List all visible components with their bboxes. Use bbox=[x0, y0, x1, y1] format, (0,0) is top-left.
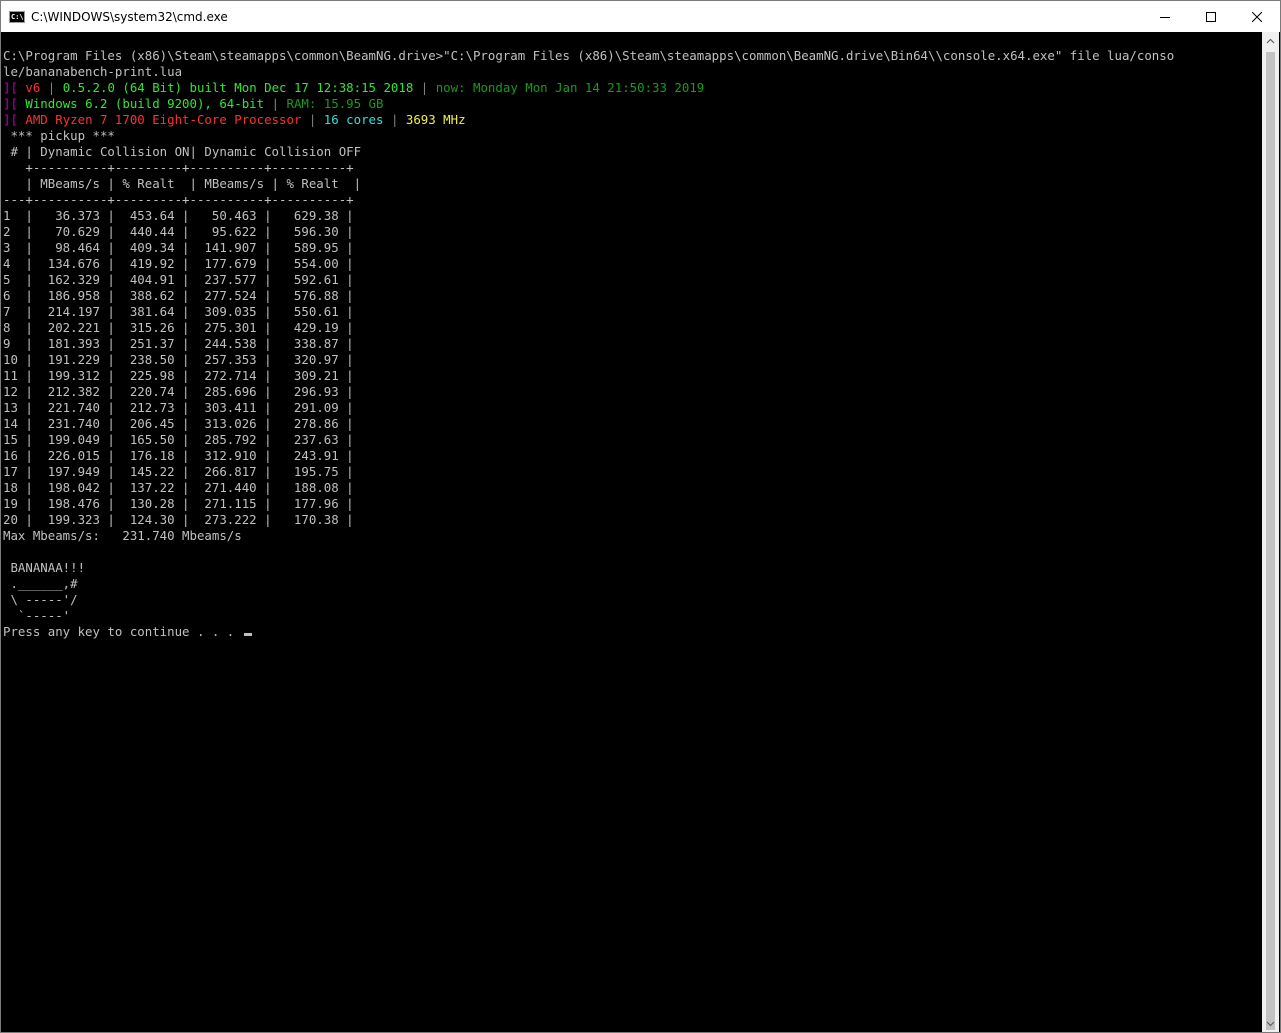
table-row: 14 | 231.740 | 206.45 | 313.026 | 278.86… bbox=[3, 416, 354, 431]
cmd-window: C:\ C:\WINDOWS\system32\cmd.exe C:\Progr… bbox=[0, 0, 1281, 1033]
table-row: 19 | 198.476 | 130.28 | 271.115 | 177.96… bbox=[3, 496, 354, 511]
scrollbar-thumb[interactable] bbox=[1266, 52, 1275, 1030]
maximize-icon[interactable] bbox=[1188, 1, 1234, 32]
minimize-icon[interactable] bbox=[1142, 1, 1188, 32]
table-row: 16 | 226.015 | 176.18 | 312.910 | 243.91… bbox=[3, 448, 354, 463]
info-segment: Windows 6.2 (build 9200), 64-bit bbox=[25, 96, 265, 111]
table-row: 2 | 70.629 | 440.44 | 95.622 | 596.30 | bbox=[3, 224, 354, 239]
info-segment: AMD Ryzen 7 1700 Eight-Core Processor bbox=[25, 112, 302, 127]
info-segment: 16 cores bbox=[323, 112, 384, 127]
scroll-up-icon[interactable] bbox=[1262, 32, 1279, 49]
command-line-wrap: le/bananabench-print.lua bbox=[3, 64, 183, 79]
window-title: C:\WINDOWS\system32\cmd.exe bbox=[31, 9, 228, 24]
banana-art-line: .______,# bbox=[3, 576, 78, 591]
table-row: 10 | 191.229 | 238.50 | 257.353 | 320.97… bbox=[3, 352, 354, 367]
vehicle-header: *** pickup *** bbox=[3, 128, 115, 143]
info-segment: | bbox=[413, 80, 436, 95]
info-segment: ][ bbox=[3, 80, 26, 95]
table-row: 15 | 199.049 | 165.50 | 285.792 | 237.63… bbox=[3, 432, 354, 447]
table-row: 1 | 36.373 | 453.64 | 50.463 | 629.38 | bbox=[3, 208, 354, 223]
banana-art-line: \ -----'/ bbox=[3, 592, 78, 607]
info-segment: ][ bbox=[3, 96, 26, 111]
console-output[interactable]: C:\Program Files (x86)\Steam\steamapps\c… bbox=[2, 32, 1263, 1032]
console-lines: C:\Program Files (x86)\Steam\steamapps\c… bbox=[3, 48, 1174, 640]
prompt-line: Press any key to continue . . . bbox=[3, 624, 1174, 640]
info-segment: 3693 MHz bbox=[405, 112, 466, 127]
banana-art-line: `-----' bbox=[3, 608, 71, 623]
system-info-line: ][ Windows 6.2 (build 9200), 64-bit | RA… bbox=[3, 96, 1174, 112]
info-segment: v6 bbox=[25, 80, 41, 95]
title-bar[interactable]: C:\ C:\WINDOWS\system32\cmd.exe bbox=[1, 1, 1280, 32]
info-segment: | bbox=[40, 80, 63, 95]
table-row: 11 | 199.312 | 225.98 | 272.714 | 309.21… bbox=[3, 368, 354, 383]
system-info-line: ][ AMD Ryzen 7 1700 Eight-Core Processor… bbox=[3, 112, 1174, 128]
scroll-down-icon[interactable] bbox=[1262, 1015, 1279, 1032]
system-info: ][ v6 | 0.5.2.0 (64 Bit) built Mon Dec 1… bbox=[3, 80, 1174, 128]
max-mbeams-line: Max Mbeams/s: 231.740 Mbeams/s bbox=[3, 528, 242, 543]
results-table: 1 | 36.373 | 453.64 | 50.463 | 629.38 | 2… bbox=[3, 208, 1174, 528]
info-segment: ][ bbox=[3, 112, 26, 127]
table-header: # | Dynamic Collision ON| Dynamic Collis… bbox=[3, 144, 362, 159]
close-icon[interactable] bbox=[1234, 1, 1280, 32]
table-row: 5 | 162.329 | 404.91 | 237.577 | 592.61 … bbox=[3, 272, 354, 287]
info-segment: | bbox=[301, 112, 324, 127]
table-separator: ---+----------+---------+----------+----… bbox=[3, 192, 354, 207]
table-row: 12 | 212.382 | 220.74 | 285.696 | 296.93… bbox=[3, 384, 354, 399]
info-segment: 0.5.2.0 (64 Bit) built Mon Dec 17 12:38:… bbox=[62, 80, 414, 95]
cmd-app-icon[interactable]: C:\ bbox=[9, 10, 25, 23]
table-row: 13 | 221.740 | 212.73 | 303.411 | 291.09… bbox=[3, 400, 354, 415]
table-row: 20 | 199.323 | 124.30 | 273.222 | 170.38… bbox=[3, 512, 354, 527]
continue-prompt: Press any key to continue . . . bbox=[3, 624, 242, 639]
table-row: 8 | 202.221 | 315.26 | 275.301 | 429.19 … bbox=[3, 320, 354, 335]
table-row: 7 | 214.197 | 381.64 | 309.035 | 550.61 … bbox=[3, 304, 354, 319]
info-segment: now: Monday Mon Jan 14 21:50:33 2019 bbox=[435, 80, 705, 95]
command-line: C:\Program Files (x86)\Steam\steamapps\c… bbox=[3, 48, 1175, 63]
vertical-scrollbar[interactable] bbox=[1262, 32, 1279, 1032]
table-row: 9 | 181.393 | 251.37 | 244.538 | 338.87 … bbox=[3, 336, 354, 351]
table-row: 18 | 198.042 | 137.22 | 271.440 | 188.08… bbox=[3, 480, 354, 495]
window-controls bbox=[1142, 1, 1280, 32]
info-segment: | bbox=[264, 96, 287, 111]
table-separator: +----------+---------+----------+-------… bbox=[3, 160, 354, 175]
table-subheader: | MBeams/s | % Realt | MBeams/s | % Real… bbox=[3, 176, 362, 191]
banana-art-line: BANANAA!!! bbox=[3, 560, 86, 575]
info-segment: | bbox=[383, 112, 406, 127]
table-row: 6 | 186.958 | 388.62 | 277.524 | 576.88 … bbox=[3, 288, 354, 303]
system-info-line: ][ v6 | 0.5.2.0 (64 Bit) built Mon Dec 1… bbox=[3, 80, 1174, 96]
table-row: 3 | 98.464 | 409.34 | 141.907 | 589.95 | bbox=[3, 240, 354, 255]
text-cursor bbox=[243, 633, 252, 636]
table-row: 17 | 197.949 | 145.22 | 266.817 | 195.75… bbox=[3, 464, 354, 479]
info-segment: RAM: 15.95 GB bbox=[286, 96, 384, 111]
table-row: 4 | 134.676 | 419.92 | 177.679 | 554.00 … bbox=[3, 256, 354, 271]
